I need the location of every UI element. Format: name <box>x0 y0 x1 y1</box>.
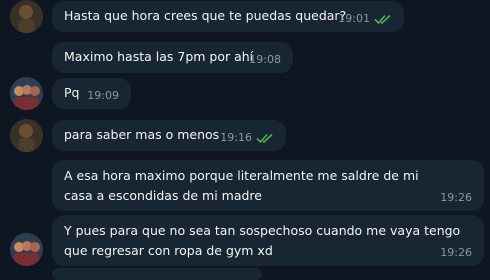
message-bubble[interactable]: para saber mas o menos 19:16 <box>52 120 286 151</box>
avatar-group-2[interactable] <box>10 233 43 266</box>
read-ticks-icon <box>374 13 392 25</box>
avatar-group-1[interactable] <box>10 77 43 110</box>
message-bubble[interactable]: Hasta que hora crees que te puedas queda… <box>52 1 404 32</box>
message-meta: 19:09 <box>87 89 119 103</box>
message-time: 19:16 <box>220 131 252 144</box>
message-meta: 19:08 <box>249 53 281 67</box>
avatar-self-2[interactable] <box>10 119 43 152</box>
next-message-bubble[interactable] <box>52 268 262 280</box>
avatar-self-1[interactable] <box>10 0 43 33</box>
message-bubble[interactable]: Y pues para que no sea tan sospechoso cu… <box>52 215 484 266</box>
message-time: 19:26 <box>440 246 472 259</box>
message-text: A esa hora maximo porque literalmente me… <box>64 168 419 203</box>
message-time: 19:26 <box>440 191 472 204</box>
message-bubble[interactable]: A esa hora maximo porque literalmente me… <box>52 160 484 211</box>
message-meta: 19:01 <box>338 12 392 26</box>
message-time: 19:08 <box>249 53 281 66</box>
message-bubble[interactable]: Pq 19:09 <box>52 78 131 109</box>
message-time: 19:01 <box>338 12 370 25</box>
message-meta: 19:16 <box>220 131 274 145</box>
message-bubble[interactable]: Maximo hasta las 7pm por ahí 19:08 <box>52 42 293 73</box>
read-ticks-icon <box>256 132 274 144</box>
message-meta: 19:26 <box>440 246 472 260</box>
message-meta: 19:26 <box>440 191 472 205</box>
message-time: 19:09 <box>87 89 119 102</box>
message-text: Y pues para que no sea tan sospechoso cu… <box>64 223 461 258</box>
